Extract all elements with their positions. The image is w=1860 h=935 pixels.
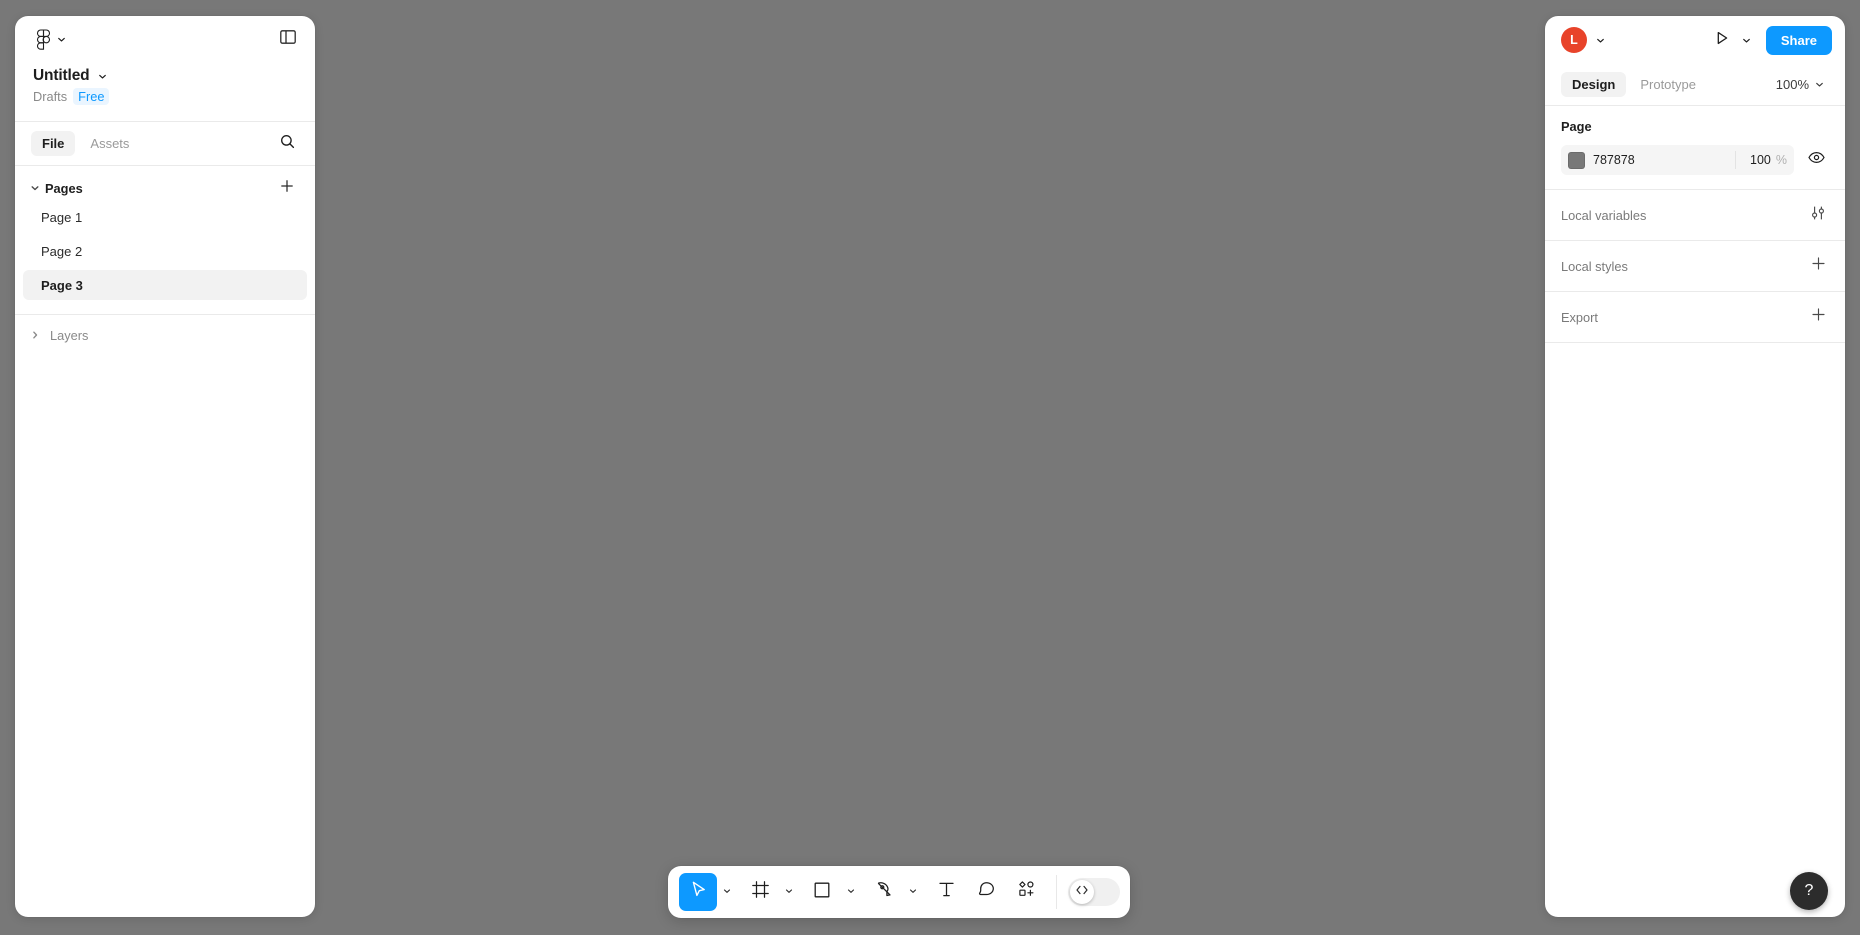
open-variables-button[interactable]: [1805, 202, 1831, 228]
opacity-group: %: [1734, 151, 1790, 169]
move-tool-options-button[interactable]: [719, 875, 735, 909]
bottom-toolbar: [668, 866, 1130, 918]
plus-icon: [1811, 256, 1826, 276]
chevron-down-icon: [56, 34, 67, 45]
add-style-button[interactable]: [1805, 253, 1831, 279]
chevron-down-icon: [722, 883, 732, 901]
visibility-toggle-button[interactable]: [1803, 147, 1829, 173]
right-panel-topbar: L Share: [1545, 16, 1845, 64]
opacity-input[interactable]: [1744, 153, 1771, 167]
left-sidebar-panel: Untitled Drafts Free File Assets Pages P…: [15, 16, 315, 917]
local-styles-label[interactable]: Local styles: [1561, 259, 1805, 274]
page-list-item[interactable]: Page 2: [23, 236, 307, 266]
chevron-down-icon: [846, 883, 856, 901]
figma-menu-button[interactable]: [33, 26, 70, 54]
local-variables-row: Local variables: [1545, 190, 1845, 241]
add-page-button[interactable]: [275, 176, 299, 200]
share-button[interactable]: Share: [1765, 25, 1832, 55]
panel-layout-icon: [280, 30, 296, 49]
fill-field[interactable]: %: [1561, 145, 1794, 175]
pen-icon: [875, 880, 894, 904]
frame-icon: [751, 880, 770, 904]
panel-layout-toggle-button[interactable]: [275, 27, 301, 53]
tab-assets[interactable]: Assets: [79, 131, 140, 156]
layers-section-header[interactable]: Layers: [15, 315, 315, 355]
export-row: Export: [1545, 292, 1845, 343]
avatar-menu-button[interactable]: [1595, 35, 1606, 46]
dev-mode-toggle[interactable]: [1068, 878, 1120, 906]
eye-icon: [1807, 151, 1825, 169]
zoom-level-label: 100%: [1775, 77, 1809, 92]
right-properties-panel: L Share Design Prototype 100% Page 78787…: [1545, 16, 1845, 917]
present-options-button[interactable]: [1741, 35, 1752, 46]
cursor-arrow-icon: [689, 880, 708, 904]
zoom-control[interactable]: 100%: [1770, 73, 1831, 96]
search-icon: [280, 134, 295, 154]
chevron-down-icon: [908, 883, 918, 901]
export-label[interactable]: Export: [1561, 310, 1805, 325]
toolbar-divider: [1056, 875, 1057, 909]
pen-tool-options-button[interactable]: [905, 875, 921, 909]
shape-tool-options-button[interactable]: [843, 875, 859, 909]
caret-right-icon: [29, 329, 45, 341]
comment-icon: [977, 880, 996, 904]
file-assets-tabs: File Assets: [15, 121, 315, 166]
frame-tool-options-button[interactable]: [781, 875, 797, 909]
page-list-item[interactable]: Page 1: [23, 202, 307, 232]
design-prototype-tabs: Design Prototype 100%: [1545, 64, 1845, 106]
local-variables-label[interactable]: Local variables: [1561, 208, 1805, 223]
help-button[interactable]: ?: [1790, 872, 1828, 910]
page-fill-row: %: [1561, 145, 1829, 175]
tab-prototype[interactable]: Prototype: [1629, 72, 1707, 97]
local-styles-row: Local styles: [1545, 241, 1845, 292]
avatar[interactable]: L: [1561, 27, 1587, 53]
move-tool-button[interactable]: [679, 873, 717, 911]
figma-logo-icon: [36, 28, 51, 51]
pen-tool-button[interactable]: [865, 873, 903, 911]
code-icon: [1075, 883, 1089, 902]
percent-sign: %: [1775, 153, 1787, 167]
tab-design[interactable]: Design: [1561, 72, 1627, 97]
add-export-button[interactable]: [1805, 304, 1831, 330]
page-section-title: Page: [1561, 119, 1592, 134]
pages-label[interactable]: Pages: [45, 181, 275, 196]
caret-down-icon[interactable]: [29, 182, 45, 194]
text-tool-button[interactable]: [927, 873, 965, 911]
frame-tool-button[interactable]: [741, 873, 779, 911]
left-panel-topbar: [15, 16, 315, 63]
sliders-icon: [1810, 205, 1826, 226]
actions-tool-button[interactable]: [1007, 873, 1045, 911]
comment-tool-button[interactable]: [967, 873, 1005, 911]
file-meta-row: Drafts Free: [33, 88, 297, 105]
plus-icon: [280, 179, 294, 198]
color-swatch[interactable]: [1568, 151, 1585, 169]
text-icon: [937, 880, 956, 904]
present-button[interactable]: [1709, 27, 1735, 53]
chevron-down-icon: [1814, 79, 1825, 90]
chevron-down-icon: [97, 71, 108, 82]
file-title: Untitled: [33, 67, 90, 84]
pages-header: Pages: [23, 174, 307, 202]
page-list-item-selected[interactable]: Page 3: [23, 270, 307, 300]
chevron-down-icon: [784, 883, 794, 901]
dev-mode-toggle-knob: [1070, 880, 1094, 904]
plus-icon: [1811, 307, 1826, 327]
page-fill-section: Page %: [1545, 106, 1845, 190]
pages-section: Pages Page 1 Page 2 Page 3: [15, 166, 315, 310]
file-info-block: Untitled Drafts Free: [15, 63, 315, 121]
resources-icon: [1017, 880, 1036, 904]
shape-tool-button[interactable]: [803, 873, 841, 911]
file-title-button[interactable]: Untitled: [33, 67, 297, 85]
square-icon: [813, 881, 831, 904]
tab-file[interactable]: File: [31, 131, 76, 156]
search-button[interactable]: [273, 130, 301, 158]
question-mark-icon: ?: [1804, 882, 1814, 899]
chevron-down-icon: [1595, 35, 1606, 46]
hex-input[interactable]: [1593, 153, 1735, 167]
drafts-link[interactable]: Drafts: [33, 89, 67, 104]
play-icon: [1714, 30, 1730, 51]
chevron-down-icon: [1741, 35, 1752, 46]
plan-badge[interactable]: Free: [73, 88, 110, 105]
layers-label: Layers: [50, 327, 89, 343]
